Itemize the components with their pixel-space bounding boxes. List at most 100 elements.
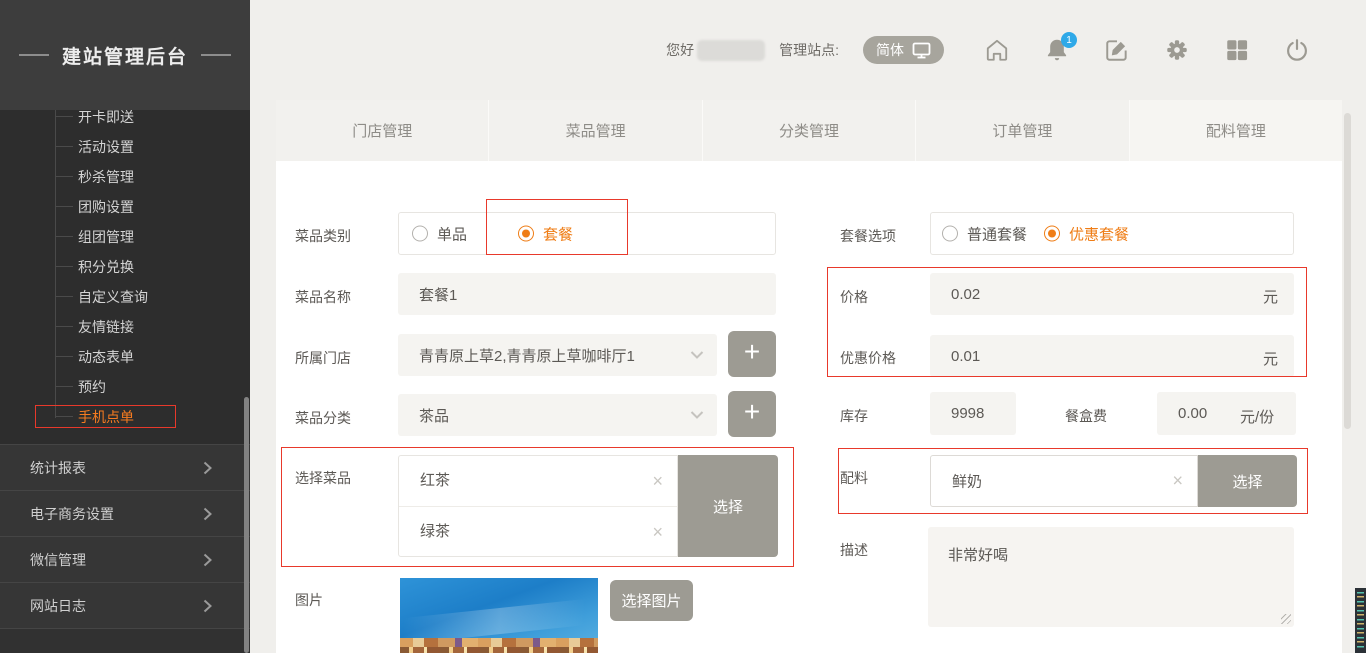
tab-category-manage[interactable]: 分类管理 xyxy=(703,100,916,161)
select-dish-button[interactable]: 选择 xyxy=(678,455,778,557)
home-button[interactable] xyxy=(984,37,1010,63)
tab-ingredient-manage[interactable]: 配料管理 xyxy=(1130,100,1342,161)
edit-icon xyxy=(1104,37,1130,63)
sidebar-section-site-log[interactable]: 网站日志 xyxy=(0,582,250,628)
power-icon xyxy=(1284,37,1310,63)
store-select[interactable] xyxy=(398,334,717,376)
title-dash-left xyxy=(19,54,49,56)
select-image-button[interactable]: 选择图片 xyxy=(610,580,693,621)
apps-button[interactable] xyxy=(1224,37,1250,63)
notification-badge: 1 xyxy=(1061,32,1077,48)
sidebar-item-booking[interactable]: 预约 xyxy=(0,372,250,402)
title-dash-right xyxy=(201,54,231,56)
chevron-right-icon xyxy=(203,461,212,475)
gear-icon xyxy=(1164,37,1190,63)
site-label: 管理站点: xyxy=(779,40,839,60)
sidebar-item-custom-query[interactable]: 自定义查询 xyxy=(0,282,250,312)
description-textarea[interactable]: 非常好喝 xyxy=(928,527,1294,627)
radio-label: 优惠套餐 xyxy=(1069,223,1129,244)
tab-order-manage[interactable]: 订单管理 xyxy=(916,100,1129,161)
sidebar-item-friend-links[interactable]: 友情链接 xyxy=(0,312,250,342)
sidebar-item-groupbuy-settings[interactable]: 团购设置 xyxy=(0,192,250,222)
radio-single-dish[interactable]: 单品 xyxy=(412,223,467,244)
field-label-price: 价格 xyxy=(840,287,868,307)
description-value: 非常好喝 xyxy=(948,547,1008,564)
ingredient-input[interactable]: 鲜奶 × xyxy=(930,455,1198,507)
sidebar-item-seckill[interactable]: 秒杀管理 xyxy=(0,162,250,192)
field-label-image: 图片 xyxy=(295,590,323,610)
radio-normal-combo[interactable]: 普通套餐 xyxy=(942,223,1027,244)
dish-image-thumbnail xyxy=(400,578,598,653)
field-label-stock: 库存 xyxy=(840,406,868,426)
classify-select-value xyxy=(398,394,717,436)
radio-label: 套餐 xyxy=(543,223,573,244)
main-panel: 门店管理 菜品管理 分类管理 订单管理 配料管理 菜品类别 单品 套餐 菜品名称… xyxy=(276,100,1342,653)
username-redacted xyxy=(697,40,765,61)
sidebar-section-wechat[interactable]: 微信管理 xyxy=(0,536,250,582)
chevron-down-icon xyxy=(690,411,704,420)
logout-button[interactable] xyxy=(1284,37,1310,63)
box-fee-input[interactable] xyxy=(1157,392,1296,435)
sidebar-section-label: 网站日志 xyxy=(30,596,86,616)
sidebar-scrollbar[interactable] xyxy=(244,397,249,653)
selected-dishes-list: 红茶 × 绿茶 × xyxy=(398,455,678,557)
stock-input[interactable] xyxy=(930,392,1016,435)
resize-handle[interactable] xyxy=(1281,614,1291,624)
sidebar-item-dynamic-form[interactable]: 动态表单 xyxy=(0,342,250,372)
radio-circle-icon xyxy=(1044,226,1060,242)
chevron-right-icon xyxy=(203,599,212,613)
radio-discount-combo[interactable]: 优惠套餐 xyxy=(1044,223,1129,244)
scrollbar-stripes xyxy=(1357,592,1364,649)
settings-button[interactable] xyxy=(1164,37,1190,63)
radio-label: 普通套餐 xyxy=(967,223,1027,244)
tab-bar: 门店管理 菜品管理 分类管理 订单管理 配料管理 xyxy=(276,100,1342,161)
add-store-button[interactable]: + xyxy=(728,331,776,377)
language-button[interactable]: 简体 xyxy=(863,36,944,64)
radio-circle-icon xyxy=(518,226,534,242)
greeting-text: 您好 xyxy=(666,40,694,60)
price-unit: 元 xyxy=(1263,286,1278,307)
radio-circle-icon xyxy=(412,226,428,242)
sidebar-item-activity-settings[interactable]: 活动设置 xyxy=(0,132,250,162)
field-label-ingredient: 配料 xyxy=(840,468,868,488)
discount-price-input[interactable] xyxy=(930,335,1294,377)
sidebar-section-label: 电子商务设置 xyxy=(30,504,114,524)
app-title: 建站管理后台 xyxy=(0,0,250,110)
classify-select[interactable] xyxy=(398,394,717,436)
chevron-right-icon xyxy=(203,507,212,521)
ingredient-value: 鲜奶 xyxy=(952,471,982,492)
chevron-right-icon xyxy=(203,553,212,567)
compose-button[interactable] xyxy=(1104,37,1130,63)
sidebar-item-card-gift[interactable]: 开卡即送 xyxy=(0,110,250,132)
sidebar-section-label: 统计报表 xyxy=(30,458,86,478)
tab-dish-manage[interactable]: 菜品管理 xyxy=(489,100,702,161)
field-label-combo-type: 套餐选项 xyxy=(840,226,896,246)
content-scrollbar-thumb[interactable] xyxy=(1344,113,1351,429)
sidebar-section-label: 微信管理 xyxy=(30,550,86,570)
radio-combo-dish[interactable]: 套餐 xyxy=(518,223,573,244)
radio-circle-icon xyxy=(942,226,958,242)
sidebar-section-ecommerce[interactable]: 电子商务设置 xyxy=(0,490,250,536)
sidebar-section-statistics[interactable]: 统计报表 xyxy=(0,444,250,490)
dish-item-label: 红茶 xyxy=(420,472,450,489)
price-input[interactable] xyxy=(930,273,1294,315)
box-fee-unit: 元/份 xyxy=(1240,406,1274,427)
sidebar-item-points-exchange[interactable]: 积分兑换 xyxy=(0,252,250,282)
tab-store-manage[interactable]: 门店管理 xyxy=(276,100,489,161)
field-label-category: 菜品类别 xyxy=(295,226,351,246)
add-classify-button[interactable]: + xyxy=(728,391,776,437)
store-select-value xyxy=(398,334,717,376)
remove-ingredient-icon[interactable]: × xyxy=(1172,471,1183,492)
radio-label: 单品 xyxy=(437,223,467,244)
sidebar-item-team-manage[interactable]: 组团管理 xyxy=(0,222,250,252)
dish-name-input[interactable] xyxy=(398,273,776,315)
select-ingredient-button[interactable]: 选择 xyxy=(1198,455,1297,507)
dish-item-label: 绿茶 xyxy=(420,523,450,540)
discount-price-unit: 元 xyxy=(1263,348,1278,369)
remove-dish-icon[interactable]: × xyxy=(652,507,663,557)
page-scrollbar-thumb[interactable] xyxy=(1355,588,1366,653)
selected-dish-item: 红茶 × xyxy=(399,456,677,506)
remove-dish-icon[interactable]: × xyxy=(652,456,663,506)
thumbnail-lights xyxy=(400,647,598,653)
notifications-button[interactable]: 1 xyxy=(1044,37,1070,63)
